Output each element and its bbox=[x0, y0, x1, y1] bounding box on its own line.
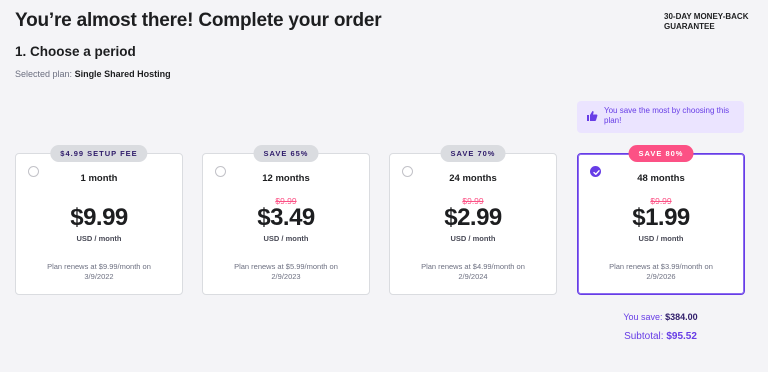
plan-renewal-note: Plan renews at $5.99/month on 2/9/2023 bbox=[234, 262, 338, 281]
plan-card-1-month[interactable]: $4.99 SETUP FEE 1 month $9.99 USD / mont… bbox=[15, 145, 183, 295]
money-back-guarantee: 30-DAY MONEY-BACK GUARANTEE bbox=[664, 12, 749, 31]
selected-plan-value: Single Shared Hosting bbox=[74, 69, 171, 79]
checkout-page: You’re almost there! Complete your order… bbox=[0, 0, 768, 372]
selected-plan-info: Selected plan: Single Shared Hosting bbox=[15, 69, 171, 79]
discount-badge: SAVE 65% bbox=[253, 145, 319, 162]
plan-price-unit: USD / month bbox=[76, 234, 122, 243]
plan-price-unit: USD / month bbox=[450, 234, 496, 243]
plan-card-48-months[interactable]: SAVE 80% 48 months $9.99 $1.99 USD / mon… bbox=[577, 145, 745, 295]
plan-price: $3.49 bbox=[257, 204, 315, 231]
plan-price: $2.99 bbox=[444, 204, 502, 231]
plan-period: 48 months bbox=[637, 173, 685, 184]
plan-card-24-months[interactable]: SAVE 70% 24 months $9.99 $2.99 USD / mon… bbox=[389, 145, 557, 295]
plan-price-unit: USD / month bbox=[263, 234, 309, 243]
thumbs-up-icon bbox=[586, 110, 598, 122]
plan-price-unit: USD / month bbox=[638, 234, 684, 243]
plan-period: 12 months bbox=[262, 173, 310, 184]
plan-renewal-note: Plan renews at $4.99/month on 2/9/2024 bbox=[421, 262, 525, 281]
subtotal-summary: Subtotal: $95.52 bbox=[577, 331, 744, 342]
step-title: 1. Choose a period bbox=[15, 44, 136, 59]
discount-badge: SAVE 80% bbox=[628, 145, 694, 162]
subtotal-value: $95.52 bbox=[666, 331, 697, 342]
savings-value: $384.00 bbox=[665, 312, 698, 322]
plan-price: $1.99 bbox=[632, 204, 690, 231]
tooltip-text: You save the most by choosing this plan! bbox=[604, 106, 730, 125]
plan-price: $9.99 bbox=[70, 204, 128, 231]
page-title: You’re almost there! Complete your order bbox=[15, 10, 382, 31]
plan-renewal-note: Plan renews at $9.99/month on 3/9/2022 bbox=[47, 262, 151, 281]
best-value-tooltip: You save the most by choosing this plan! bbox=[577, 101, 744, 133]
selected-plan-label: Selected plan: bbox=[15, 69, 73, 79]
plan-period: 24 months bbox=[449, 173, 497, 184]
savings-summary: You save: $384.00 bbox=[577, 312, 744, 322]
plan-renewal-note: Plan renews at $3.99/month on 2/9/2026 bbox=[609, 262, 713, 281]
savings-label: You save: bbox=[623, 312, 663, 322]
plan-period: 1 month bbox=[80, 173, 118, 184]
discount-badge: SAVE 70% bbox=[440, 145, 506, 162]
setup-fee-badge: $4.99 SETUP FEE bbox=[50, 145, 148, 162]
plan-card-12-months[interactable]: SAVE 65% 12 months $9.99 $3.49 USD / mon… bbox=[202, 145, 370, 295]
subtotal-label: Subtotal: bbox=[624, 331, 664, 342]
